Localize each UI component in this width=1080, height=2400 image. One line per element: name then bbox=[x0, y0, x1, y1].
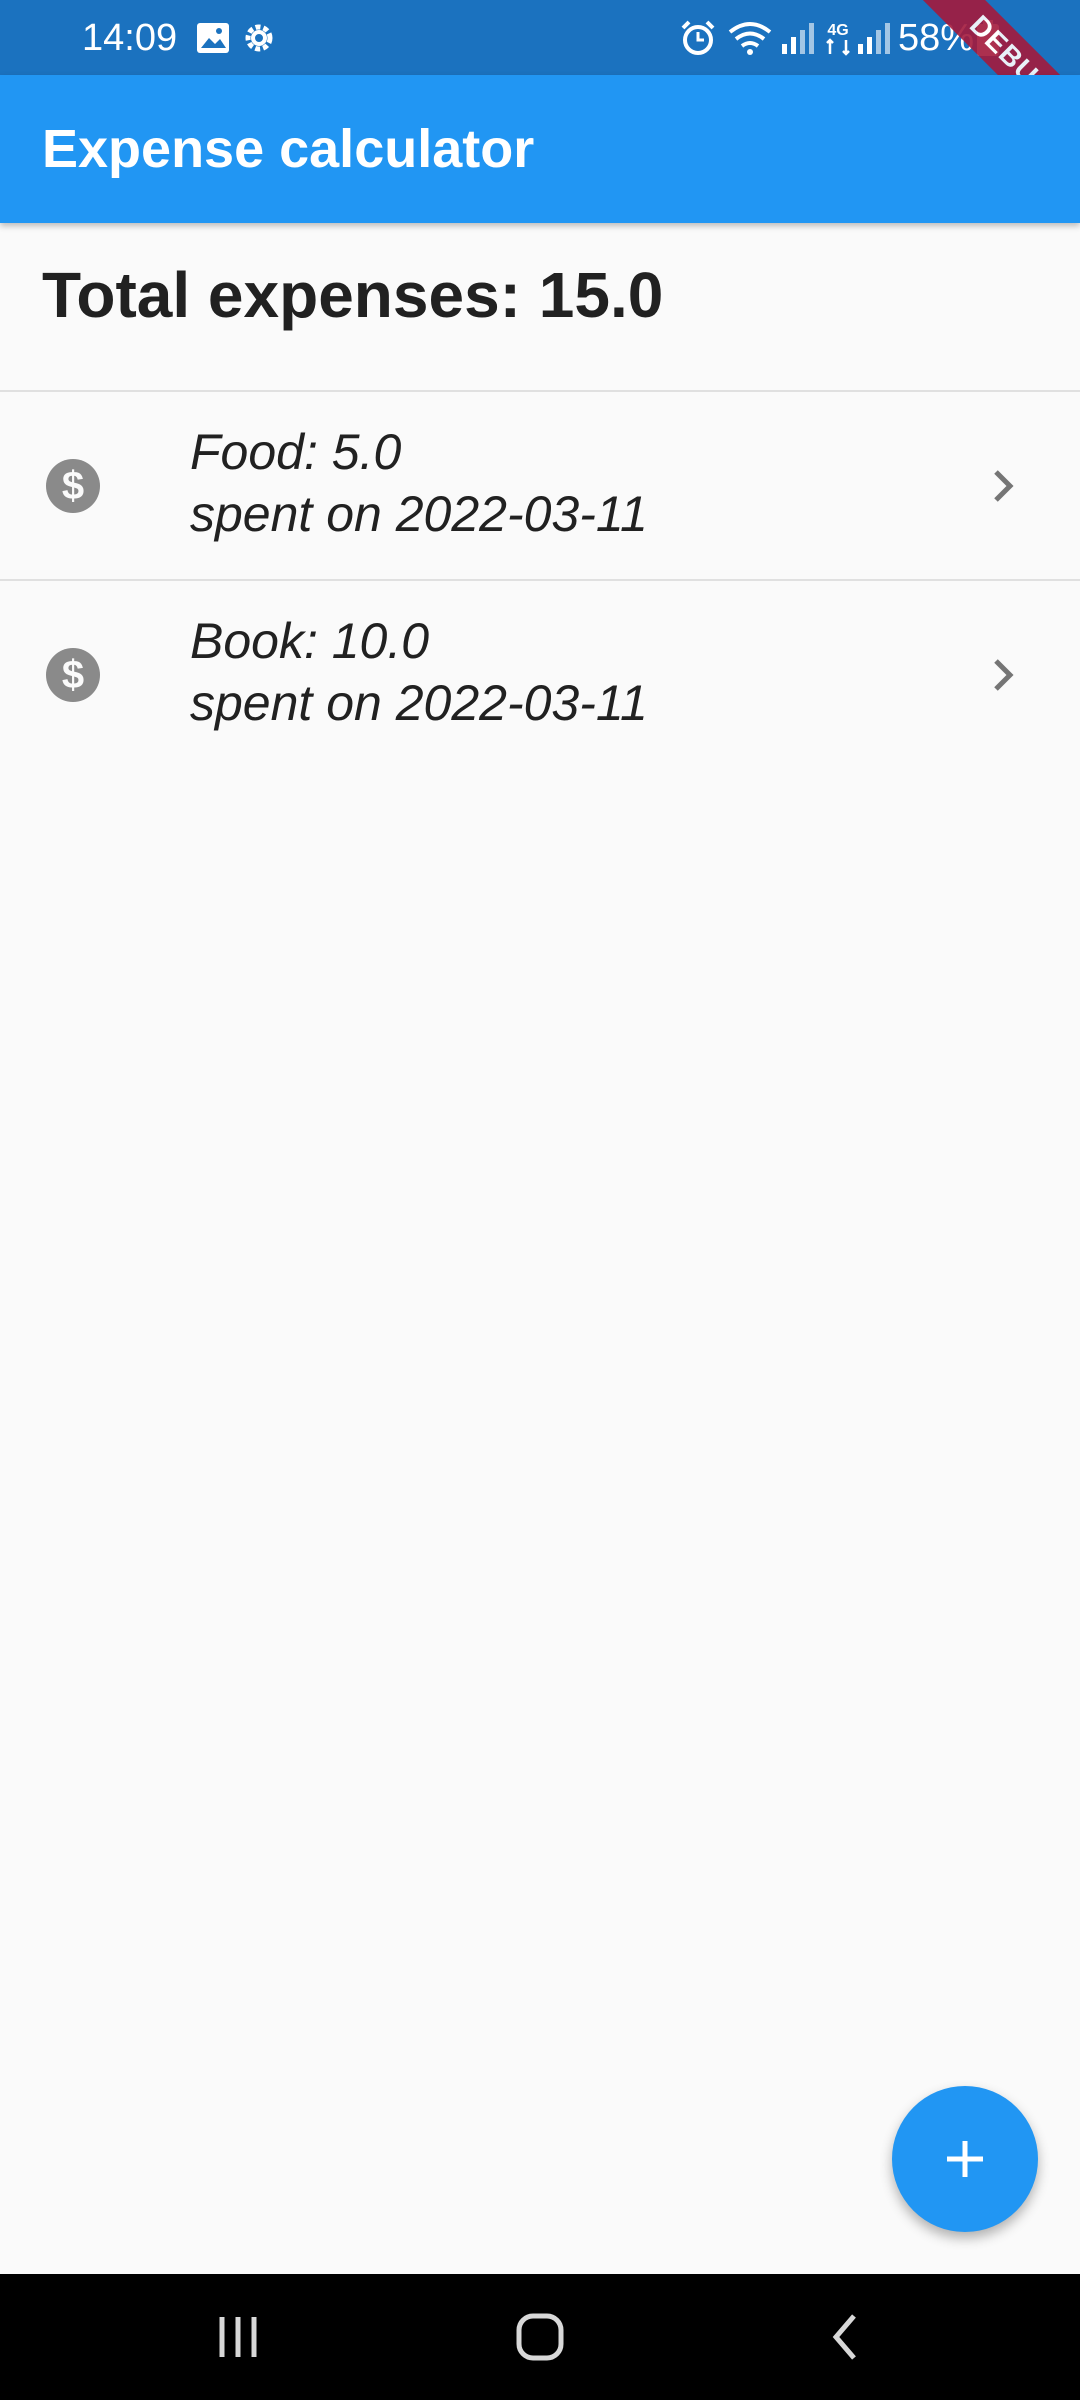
navigation-bar bbox=[0, 2274, 1080, 2400]
status-bar: 14:09 4G 58% bbox=[0, 0, 1080, 75]
home-icon bbox=[516, 2313, 564, 2361]
wifi-icon bbox=[728, 22, 772, 55]
expense-title: Book: 10.0 bbox=[190, 613, 430, 669]
app-title: Expense calculator bbox=[42, 119, 535, 179]
add-expense-button[interactable] bbox=[892, 2086, 1038, 2232]
total-expenses: Total expenses: 15.0 bbox=[42, 259, 664, 331]
home-button[interactable] bbox=[440, 2274, 640, 2400]
svg-text:4G: 4G bbox=[827, 22, 848, 39]
chevron-right-icon bbox=[994, 470, 1014, 502]
expense-title: Food: 5.0 bbox=[190, 424, 402, 480]
status-time: 14:09 bbox=[82, 17, 178, 59]
settings-icon bbox=[245, 24, 273, 52]
dollar-coin-icon: $ bbox=[46, 459, 100, 513]
expense-date: spent on 2022-03-11 bbox=[190, 675, 648, 731]
expense-date: spent on 2022-03-11 bbox=[190, 486, 648, 542]
expense-list-item[interactable]: $ Book: 10.0 spent on 2022-03-11 bbox=[0, 581, 1080, 768]
recents-button[interactable] bbox=[138, 2274, 338, 2400]
signal-icon bbox=[858, 23, 890, 54]
alarm-icon bbox=[681, 20, 715, 55]
back-icon bbox=[832, 2314, 856, 2360]
signal-icon bbox=[782, 23, 814, 54]
back-button[interactable] bbox=[745, 2274, 945, 2400]
recents-icon bbox=[219, 2317, 257, 2357]
plus-icon bbox=[947, 2141, 983, 2177]
chevron-right-icon bbox=[994, 659, 1014, 691]
expense-list-item[interactable]: $ Food: 5.0 spent on 2022-03-11 bbox=[0, 392, 1080, 579]
app-bar: Expense calculator bbox=[0, 75, 1080, 223]
dollar-coin-icon: $ bbox=[46, 648, 100, 702]
image-icon bbox=[197, 23, 229, 53]
